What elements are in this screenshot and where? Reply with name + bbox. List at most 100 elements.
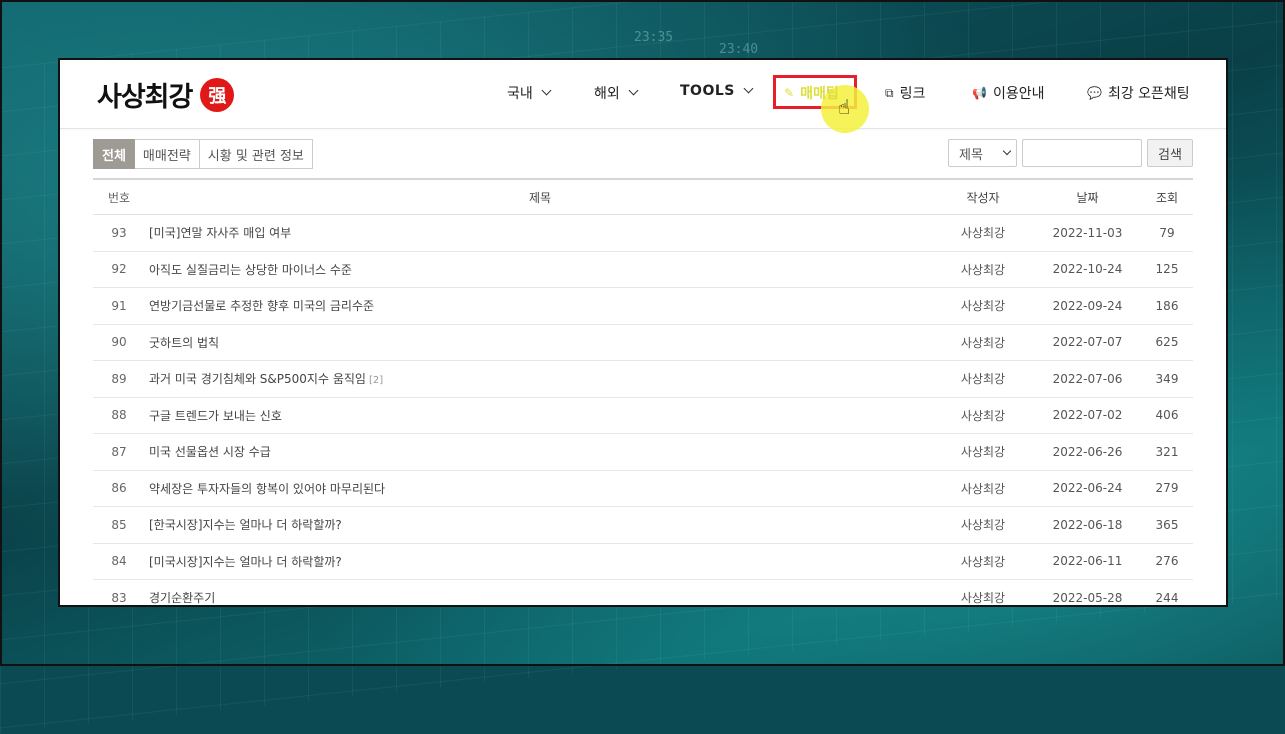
post-number: 87 — [111, 444, 127, 459]
post-views-cell: 406 — [1141, 397, 1193, 434]
post-views: 406 — [1155, 408, 1179, 423]
post-number-cell: 89 — [93, 360, 145, 398]
nav-trade-tip-label: 매매팁 — [800, 86, 839, 102]
post-views: 186 — [1155, 298, 1179, 313]
table-row[interactable]: 90 굿하트의 법칙 사상최강 2022-07-07 625 — [93, 324, 1193, 361]
post-title-cell[interactable]: 약세장은 투자자들의 항복이 있어야 마무리된다 — [145, 470, 932, 507]
background-time-label: 23:40 — [719, 42, 759, 57]
nav-overseas[interactable]: 해외 — [594, 83, 639, 103]
post-title[interactable]: 약세장은 투자자들의 항복이 있어야 마무리된다 — [149, 482, 385, 496]
search-field-select[interactable]: 제목 — [948, 139, 1017, 167]
post-number-cell: 92 — [93, 251, 145, 288]
post-date-cell: 2022-06-11 — [1034, 543, 1141, 580]
hand-cursor-icon: ☝ — [838, 95, 851, 119]
post-title[interactable]: 구글 트렌드가 보내는 신호 — [149, 409, 282, 423]
table-row[interactable]: 93 [미국]연말 자사주 매입 여부 사상최강 2022-11-03 79 — [93, 214, 1193, 252]
post-author-cell: 사상최강 — [932, 433, 1034, 471]
table-row[interactable]: 92 아직도 실질금리는 상당한 마이너스 수준 사상최강 2022-10-24 125 — [93, 251, 1193, 288]
post-views-cell: 321 — [1141, 433, 1193, 471]
nav-domestic[interactable]: 국내 — [507, 83, 552, 103]
post-number: 86 — [111, 481, 127, 496]
post-views-cell: 349 — [1141, 360, 1193, 398]
post-number-cell: 88 — [93, 397, 145, 434]
table-row[interactable]: 88 구글 트렌드가 보내는 신호 사상최강 2022-07-02 406 — [93, 397, 1193, 434]
header-no: 번호 — [93, 180, 145, 215]
nav-guide-label: 이용안내 — [992, 86, 1045, 102]
post-views-cell: 79 — [1141, 214, 1193, 252]
post-title-cell[interactable]: 구글 트렌드가 보내는 신호 — [145, 397, 932, 434]
post-views: 349 — [1155, 371, 1179, 386]
nav-links[interactable]: ⧉ 링크 — [885, 83, 925, 103]
table-row[interactable]: 84 [미국시장]지수는 얼마나 더 하락할까? 사상최강 2022-06-11 276 — [93, 543, 1193, 580]
table-row[interactable]: 89 과거 미국 경기침체와 S&P500지수 움직임 [2] 사상최강 2022-07… — [93, 360, 1193, 398]
category-tab-strategy[interactable]: 매매전략 — [134, 139, 200, 169]
post-date: 2022-10-24 — [1052, 262, 1123, 277]
nav-guide[interactable]: 📢 이용안내 — [972, 83, 1044, 103]
post-title-cell[interactable]: 과거 미국 경기침체와 S&P500지수 움직임 [2] — [145, 360, 932, 398]
site-header: 사상최강 强 국내 해외 TOOLS ✎ 매매팁 ☝ ⧉ 링크 📢 이용안내 💬… — [60, 60, 1226, 133]
category-tab-market-info[interactable]: 시황 및 관련 정보 — [199, 139, 313, 169]
post-number-cell: 91 — [93, 287, 145, 325]
post-views: 279 — [1155, 481, 1179, 496]
main-nav: 국내 해외 TOOLS ✎ 매매팁 ☝ ⧉ 링크 📢 이용안내 💬 최강 오픈채… — [60, 60, 1226, 133]
header-date: 날짜 — [1034, 180, 1141, 215]
post-number: 83 — [111, 590, 127, 605]
post-title-cell[interactable]: [한국시장]지수는 얼마나 더 하락할까? — [145, 506, 932, 544]
table-row[interactable]: 87 미국 선물옵션 시장 수급 사상최강 2022-06-26 321 — [93, 433, 1193, 471]
post-views-cell: 244 — [1141, 579, 1193, 605]
post-date-cell: 2022-09-24 — [1034, 287, 1141, 325]
post-title[interactable]: 아직도 실질금리는 상당한 마이너스 수준 — [149, 263, 352, 277]
post-title[interactable]: 경기순환주기 — [149, 591, 215, 605]
search-button[interactable]: 검색 — [1147, 139, 1193, 167]
category-tab-all[interactable]: 전체 — [93, 139, 135, 169]
post-title[interactable]: 과거 미국 경기침체와 S&P500지수 움직임 — [149, 372, 366, 386]
post-date: 2022-07-06 — [1052, 371, 1123, 386]
post-title-cell[interactable]: 아직도 실질금리는 상당한 마이너스 수준 — [145, 251, 932, 288]
post-title-cell[interactable]: 연방기금선물로 추정한 향후 미국의 금리수준 — [145, 287, 932, 325]
post-views: 244 — [1155, 590, 1179, 605]
nav-open-chat[interactable]: 💬 최강 오픈채팅 — [1087, 83, 1190, 103]
post-author: 사상최강 — [960, 591, 1006, 606]
category-tabs: 전체 매매전략 시황 및 관련 정보 — [93, 139, 313, 169]
post-number: 84 — [111, 554, 127, 569]
post-title[interactable]: [미국시장]지수는 얼마나 더 하락할까? — [149, 555, 342, 569]
post-date: 2022-07-02 — [1052, 408, 1123, 423]
browser-page: 사상최강 强 국내 해외 TOOLS ✎ 매매팁 ☝ ⧉ 링크 📢 이용안내 💬… — [58, 58, 1228, 607]
post-author-cell: 사상최강 — [932, 360, 1034, 398]
post-number: 89 — [111, 371, 127, 386]
post-views-cell: 279 — [1141, 470, 1193, 507]
post-title[interactable]: 연방기금선물로 추정한 향후 미국의 금리수준 — [149, 299, 374, 313]
post-title-cell[interactable]: 미국 선물옵션 시장 수급 — [145, 433, 932, 471]
post-date-cell: 2022-06-18 — [1034, 506, 1141, 544]
post-title-cell[interactable]: 굿하트의 법칙 — [145, 324, 932, 361]
post-title[interactable]: [미국]연말 자사주 매입 여부 — [149, 226, 291, 240]
post-title-cell[interactable]: 경기순환주기 — [145, 579, 932, 605]
table-row[interactable]: 91 연방기금선물로 추정한 향후 미국의 금리수준 사상최강 2022-09-24 1… — [93, 287, 1193, 325]
table-row[interactable]: 86 약세장은 투자자들의 항복이 있어야 마무리된다 사상최강 2022-06-24… — [93, 470, 1193, 507]
search-input[interactable] — [1022, 139, 1142, 167]
post-author-cell: 사상최강 — [932, 543, 1034, 580]
post-date-cell: 2022-06-26 — [1034, 433, 1141, 471]
post-views-cell: 625 — [1141, 324, 1193, 361]
post-title-cell[interactable]: [미국]연말 자사주 매입 여부 — [145, 214, 932, 252]
post-date: 2022-06-24 — [1052, 481, 1123, 496]
external-link-icon: ⧉ — [885, 85, 894, 100]
nav-overseas-label: 해외 — [594, 86, 620, 102]
post-list: 번호 제목 작성자 날짜 조회 93 [미국]연말 자사주 매입 여부 사상최강 20… — [93, 178, 1193, 606]
post-title[interactable]: 미국 선물옵션 시장 수급 — [149, 445, 271, 459]
table-row[interactable]: 83 경기순환주기 사상최강 2022-05-28 244 — [93, 579, 1193, 606]
post-title-cell[interactable]: [미국시장]지수는 얼마나 더 하락할까? — [145, 543, 932, 580]
post-views: 321 — [1155, 444, 1179, 459]
nav-tools[interactable]: TOOLS — [680, 83, 754, 99]
post-title[interactable]: [한국시장]지수는 얼마나 더 하락할까? — [149, 518, 342, 532]
post-author-cell: 사상최강 — [932, 579, 1034, 606]
megaphone-icon: 📢 — [972, 86, 987, 100]
post-number: 85 — [111, 517, 127, 532]
board-toolbar: 전체 매매전략 시황 및 관련 정보 제목 검색 — [93, 139, 1193, 169]
post-author-cell: 사상최강 — [932, 324, 1034, 361]
chevron-down-icon — [541, 85, 552, 95]
table-row[interactable]: 85 [한국시장]지수는 얼마나 더 하락할까? 사상최강 2022-06-18 365 — [93, 506, 1193, 544]
nav-trade-tip[interactable]: ✎ 매매팁 — [784, 83, 839, 103]
post-views-cell: 186 — [1141, 287, 1193, 325]
post-title[interactable]: 굿하트의 법칙 — [149, 336, 219, 350]
